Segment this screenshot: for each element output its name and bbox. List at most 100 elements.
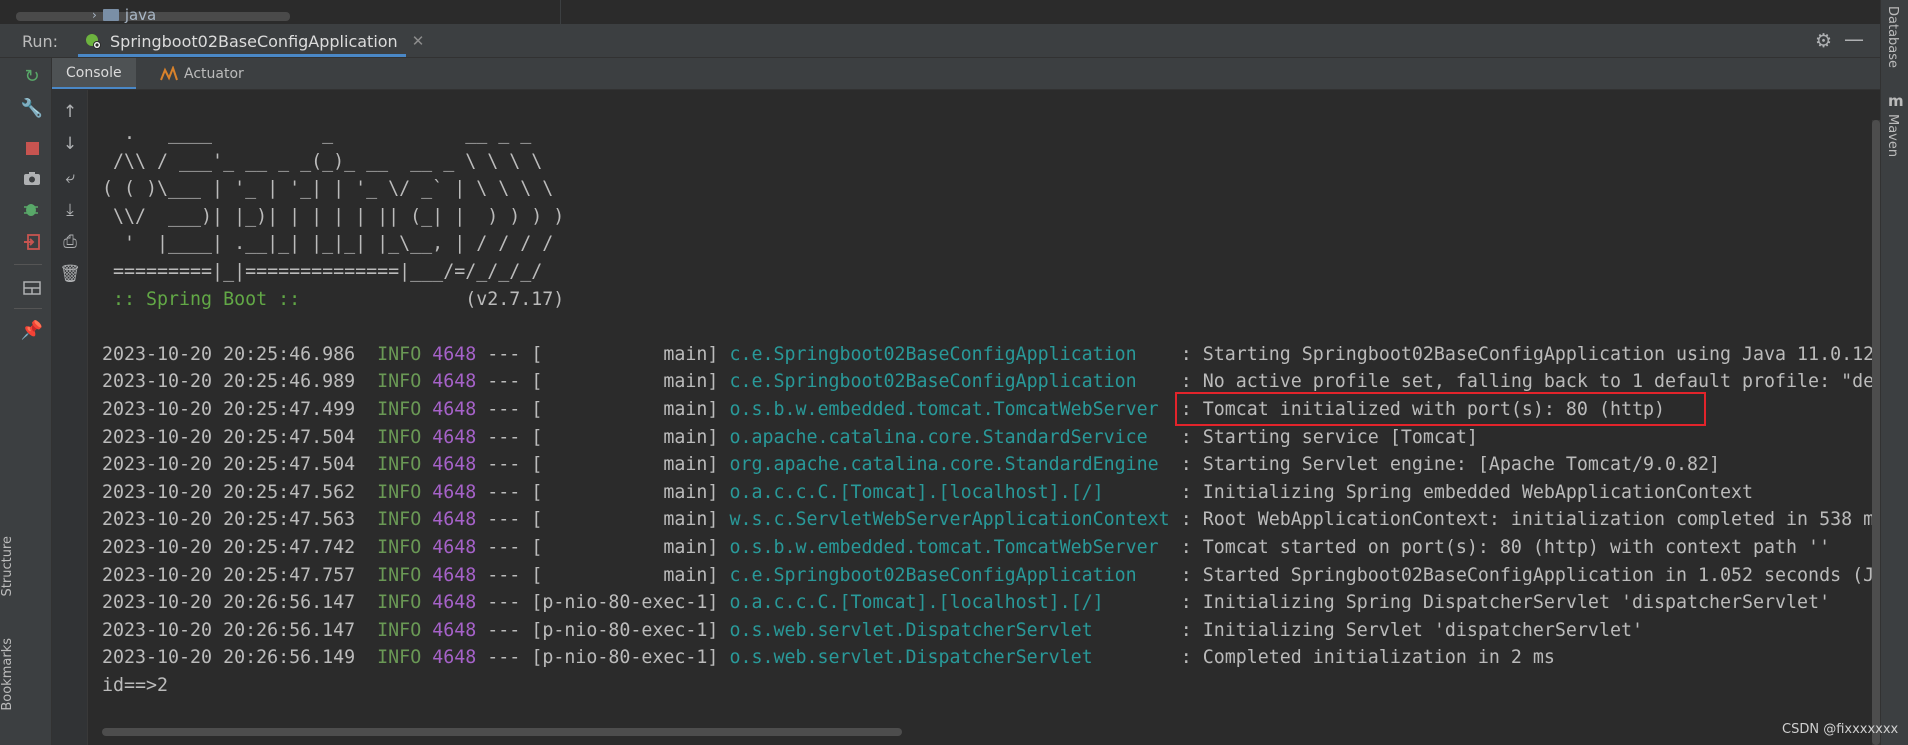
log-level: INFO [377, 398, 422, 420]
toolbar-separator [14, 308, 42, 309]
log-pid: 4648 [432, 426, 477, 448]
scroll-to-end-icon[interactable]: ⤓ [58, 198, 82, 222]
log-date: 2023-10-20 20:25:47.563 [102, 509, 356, 531]
maven-tool-label[interactable]: Maven [1885, 114, 1900, 157]
log-date: 2023-10-20 20:25:47.742 [102, 536, 356, 558]
print-icon[interactable]: ⎙ [58, 230, 82, 254]
log-message: : Tomcat started on port(s): 80 (http) w… [1180, 536, 1831, 558]
log-level: INFO [377, 647, 422, 669]
debug-icon[interactable] [20, 198, 44, 222]
log-pid: 4648 [432, 509, 477, 531]
log-logger[interactable]: o.apache.catalina.core.StandardService [729, 427, 1169, 448]
layout-icon[interactable] [20, 276, 44, 300]
log-pid: 4648 [432, 481, 477, 503]
log-date: 2023-10-20 20:25:47.499 [102, 398, 356, 420]
rerun-icon[interactable]: ↻ [20, 64, 44, 88]
log-line: 2023-10-20 20:25:47.742 INFO 4648 --- [ … [102, 537, 1830, 558]
log-message: : Completed initialization in 2 ms [1180, 647, 1555, 669]
gear-icon[interactable]: ⚙ [1815, 30, 1832, 52]
log-level: INFO [377, 509, 422, 531]
log-date: 2023-10-20 20:26:56.147 [102, 592, 356, 614]
exit-icon[interactable] [20, 230, 44, 254]
clear-icon[interactable]: 🗑 [58, 262, 82, 286]
log-logger[interactable]: o.a.c.c.C.[Tomcat].[localhost].[/] [729, 482, 1169, 503]
log-logger[interactable]: o.s.b.w.embedded.tomcat.TomcatWebServer [729, 537, 1169, 558]
log-logger[interactable]: o.s.web.servlet.DispatcherServlet [729, 620, 1169, 641]
log-line: 2023-10-20 20:25:46.986 INFO 4648 --- [ … [102, 344, 1874, 365]
log-level: INFO [377, 371, 422, 393]
spring-boot-label: :: Spring Boot :: [102, 288, 301, 310]
log-message: : Root WebApplicationContext: initializa… [1180, 509, 1886, 531]
log-logger[interactable]: org.apache.catalina.core.StandardEngine [729, 454, 1169, 475]
log-sep: --- [487, 536, 521, 558]
log-level: INFO [377, 592, 422, 614]
log-sep: --- [487, 481, 521, 503]
log-line: 2023-10-20 20:25:47.757 INFO 4648 --- [ … [102, 565, 1885, 586]
log-logger[interactable]: c.e.Springboot02BaseConfigApplication [729, 344, 1169, 365]
log-line: 2023-10-20 20:26:56.147 INFO 4648 --- [p… [102, 620, 1643, 641]
log-pid: 4648 [432, 564, 477, 586]
log-date: 2023-10-20 20:25:47.562 [102, 481, 356, 503]
log-pid: 4648 [432, 371, 477, 393]
maven-icon[interactable]: m [1888, 92, 1904, 110]
tree-item-label: java [124, 6, 157, 24]
scrollbar-thumb[interactable] [1872, 120, 1880, 745]
vertical-scrollbar[interactable] [1872, 120, 1880, 745]
run-config-tab[interactable]: Springboot02BaseConfigApplication ✕ [78, 24, 430, 58]
log-line: 2023-10-20 20:25:47.562 INFO 4648 --- [ … [102, 482, 1753, 503]
run-toolbar: ↻ 🔧 📌 Structure Bookmarks [0, 58, 52, 745]
log-sep: --- [487, 426, 521, 448]
pane-divider[interactable] [560, 0, 561, 24]
log-pid: 4648 [432, 592, 477, 614]
structure-tool-label[interactable]: Structure [0, 536, 15, 596]
run-toolwindow-header: Run: Springboot02BaseConfigApplication ✕… [0, 24, 1880, 58]
log-thread: [ main] [531, 564, 719, 586]
pin-icon[interactable]: 📌 [20, 318, 44, 342]
settings-wrench-icon[interactable]: 🔧 [20, 96, 44, 120]
scroll-up-icon[interactable]: ↑ [58, 100, 82, 124]
log-level: INFO [377, 564, 422, 586]
log-level: INFO [377, 536, 422, 558]
log-message: : Started Springboot02BaseConfigApplicat… [1180, 564, 1886, 586]
camera-icon[interactable] [20, 166, 44, 190]
run-subtabs: Console Actuator [52, 58, 1880, 90]
stop-icon[interactable] [20, 136, 44, 160]
banner-line: /\\ / ___'_ __ _ _(_)_ __ __ _ \ \ \ \ [102, 150, 543, 172]
log-thread: [ main] [531, 536, 719, 558]
log-logger[interactable]: c.e.Springboot02BaseConfigApplication [729, 565, 1169, 586]
log-message: : Initializing Spring embedded WebApplic… [1180, 481, 1754, 503]
log-message: : Starting Servlet engine: [Apache Tomca… [1180, 454, 1721, 476]
tab-label: Actuator [184, 65, 244, 82]
banner-line: =========|_|==============|___/=/_/_/_/ [102, 260, 543, 282]
log-message: : Initializing Spring DispatcherServlet … [1180, 592, 1831, 614]
tab-console[interactable]: Console [52, 58, 136, 89]
log-line: 2023-10-20 20:25:47.504 INFO 4648 --- [ … [102, 427, 1478, 448]
log-thread: [ main] [531, 509, 719, 531]
banner-line: ( ( )\___ | '_ | '_| | '_ \/ _` | \ \ \ … [102, 178, 554, 200]
spring-run-icon [86, 34, 101, 49]
folder-icon [102, 9, 119, 21]
database-tool-label[interactable]: Database [1885, 6, 1900, 68]
log-pid: 4648 [432, 536, 477, 558]
tab-actuator[interactable]: Actuator [146, 58, 258, 89]
project-tree-peek: › java [0, 0, 1880, 24]
close-icon[interactable]: ✕ [412, 32, 425, 50]
bookmarks-tool-label[interactable]: Bookmarks [0, 638, 15, 711]
tree-item-java[interactable]: › java [92, 6, 156, 24]
log-level: INFO [377, 619, 422, 641]
soft-wrap-icon[interactable]: ⤶ [58, 166, 82, 190]
scroll-down-icon[interactable]: ↓ [58, 132, 82, 156]
chevron-right-icon[interactable]: › [92, 8, 97, 22]
log-logger[interactable]: o.s.b.w.embedded.tomcat.TomcatWebServer [729, 399, 1169, 420]
minimize-icon[interactable]: — [1844, 27, 1864, 51]
log-logger[interactable]: c.e.Springboot02BaseConfigApplication [729, 371, 1169, 392]
log-logger[interactable]: o.s.web.servlet.DispatcherServlet [729, 647, 1169, 668]
log-message: : Starting service [Tomcat] [1180, 426, 1478, 448]
banner-line: \\/ ___)| |_)| | | | | || (_| | ) ) ) ) [102, 205, 565, 227]
horizontal-scrollbar[interactable] [102, 728, 902, 736]
log-thread: [ main] [531, 398, 719, 420]
log-message: : No active profile set, falling back to… [1180, 371, 1886, 393]
log-logger[interactable]: o.a.c.c.C.[Tomcat].[localhost].[/] [729, 592, 1169, 613]
log-logger[interactable]: w.s.c.ServletWebServerApplicationContext [729, 509, 1169, 530]
log-level: INFO [377, 426, 422, 448]
